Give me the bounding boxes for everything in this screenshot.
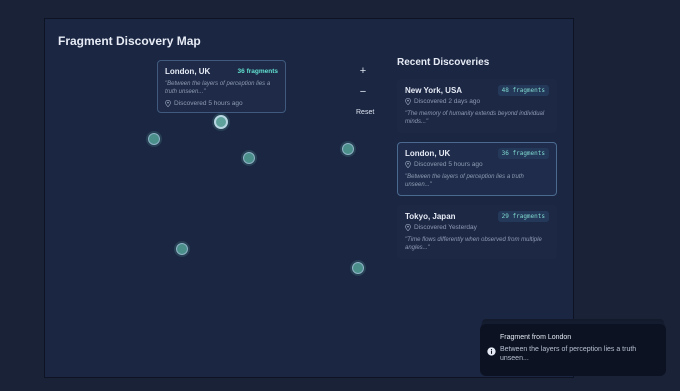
map-marker[interactable] bbox=[243, 152, 255, 164]
toast-notification[interactable]: Fragment from London Between the layers … bbox=[480, 324, 666, 376]
card-city: New York, USA bbox=[405, 86, 463, 95]
tooltip-city: London, UK bbox=[165, 67, 211, 76]
card-quote: "Time flows differently when observed fr… bbox=[405, 237, 542, 252]
location-tooltip: London, UK 36 fragments "Between the lay… bbox=[157, 60, 286, 113]
discovery-card-tokyo[interactable]: Tokyo, Japan 29 fragments Discovered Yes… bbox=[397, 205, 557, 259]
toast-body: Between the layers of perception lies a … bbox=[500, 346, 637, 363]
location-pin-icon bbox=[405, 224, 411, 231]
location-pin-icon bbox=[165, 100, 171, 108]
map-marker-london[interactable] bbox=[214, 115, 228, 129]
location-pin-icon bbox=[405, 98, 411, 105]
discovery-card-new-york[interactable]: New York, USA 48 fragments Discovered 2 … bbox=[397, 79, 557, 133]
map-marker[interactable] bbox=[148, 133, 160, 145]
map-marker[interactable] bbox=[342, 143, 354, 155]
recent-discoveries-title: Recent Discoveries bbox=[397, 57, 490, 68]
card-quote: "The memory of humanity extends beyond i… bbox=[405, 111, 545, 126]
toast-title: Fragment from London bbox=[500, 334, 572, 341]
zoom-out-button[interactable]: − bbox=[355, 86, 371, 98]
discovery-card-london[interactable]: London, UK 36 fragments Discovered 5 hou… bbox=[397, 142, 557, 196]
reset-button[interactable]: Reset bbox=[356, 109, 374, 116]
fragment-count-badge: 36 fragments bbox=[497, 148, 549, 159]
tooltip-quote: "Between the layers of perception lies a… bbox=[165, 81, 271, 96]
card-city: London, UK bbox=[405, 149, 451, 158]
map-marker[interactable] bbox=[176, 243, 188, 255]
map-title: Fragment Discovery Map bbox=[58, 34, 201, 48]
zoom-in-button[interactable]: + bbox=[355, 65, 371, 77]
map-marker[interactable] bbox=[352, 262, 364, 274]
tooltip-meta: Discovered 5 hours ago bbox=[174, 100, 243, 108]
location-pin-icon bbox=[405, 161, 411, 168]
info-icon bbox=[487, 347, 496, 356]
fragment-count-badge: 29 fragments bbox=[497, 211, 549, 222]
card-quote: "Between the layers of perception lies a… bbox=[405, 174, 524, 189]
card-meta: Discovered 2 days ago bbox=[414, 98, 481, 105]
card-meta: Discovered Yesterday bbox=[414, 224, 477, 231]
card-city: Tokyo, Japan bbox=[405, 212, 456, 221]
tooltip-count: 36 fragments bbox=[237, 68, 278, 75]
card-meta: Discovered 5 hours ago bbox=[414, 161, 483, 168]
fragment-count-badge: 48 fragments bbox=[497, 85, 549, 96]
